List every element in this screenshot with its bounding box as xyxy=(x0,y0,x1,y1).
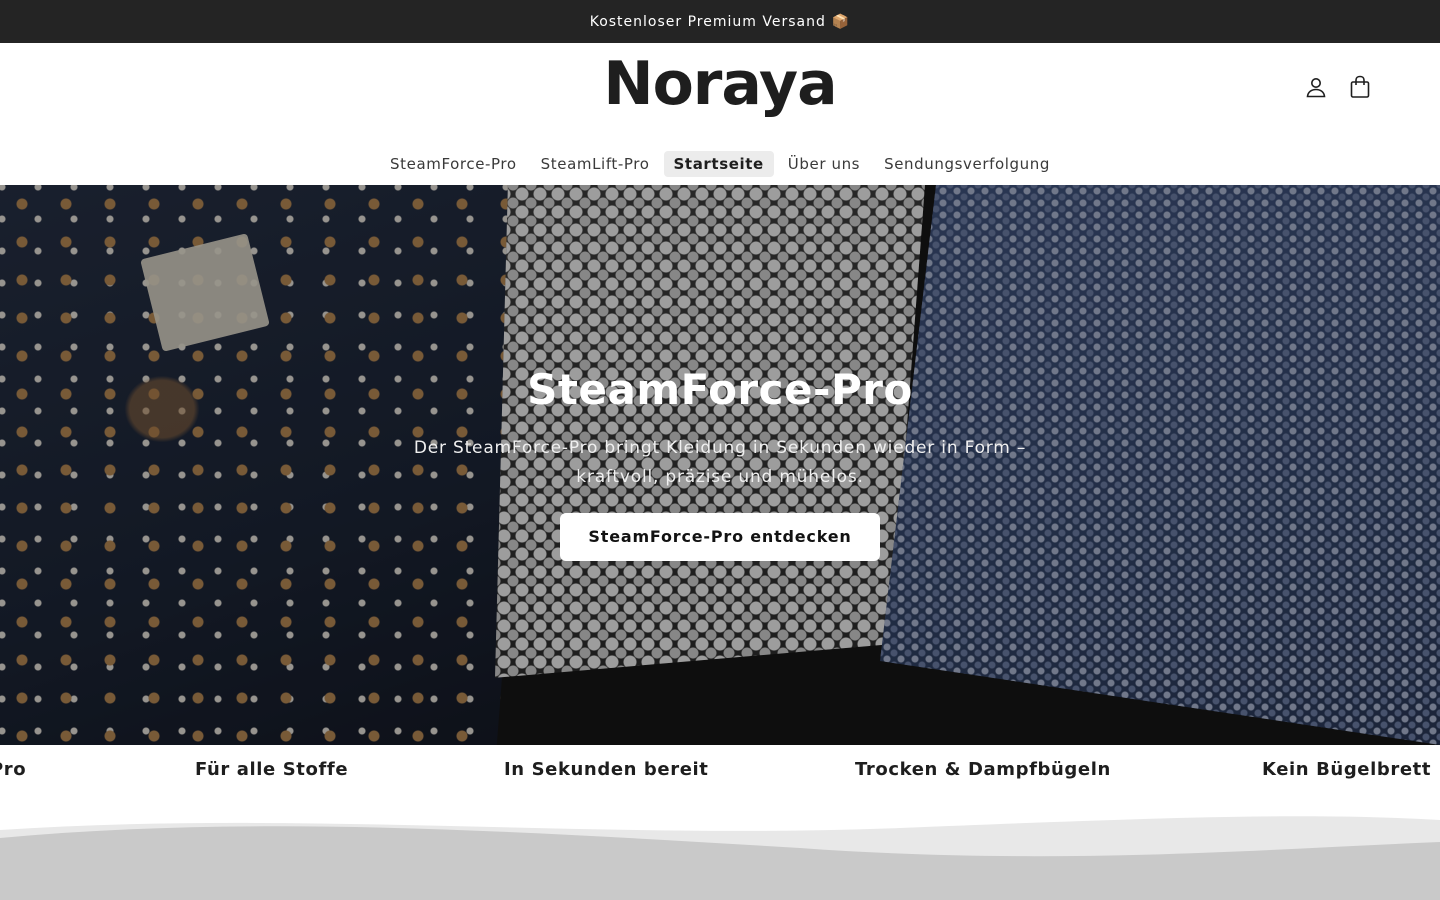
nav-item-steamlift-pro[interactable]: SteamLift-Pro xyxy=(531,151,660,177)
brand-logo[interactable]: Noraya xyxy=(0,49,1440,119)
nav-item-ueber-uns[interactable]: Über uns xyxy=(778,151,870,177)
hero-cta-button[interactable]: SteamForce-Pro entdecken xyxy=(560,513,880,561)
cart-icon[interactable] xyxy=(1348,75,1372,99)
package-icon: 📦 xyxy=(831,13,851,30)
marquee-item: Trocken & Dampfbügeln xyxy=(855,759,1111,780)
marquee-item: Für alle Stoffe xyxy=(195,759,349,780)
announcement-bar: Kostenloser Premium Versand 📦 xyxy=(0,0,1440,43)
nav-item-sendungsverfolgung[interactable]: Sendungsverfolgung xyxy=(874,151,1060,177)
hero-text: Der SteamForce-Pro bringt Kleidung in Se… xyxy=(413,438,1027,487)
hero-content: SteamForce-Pro Der SteamForce-Pro bringt… xyxy=(0,365,1440,561)
section-wave-divider xyxy=(0,816,1440,900)
marquee-item: Pro xyxy=(0,759,27,780)
marquee-item: Kein Bügelbrett xyxy=(1262,759,1432,780)
header-icons xyxy=(1304,75,1372,99)
marquee-item: In Sekunden bereit xyxy=(504,759,709,780)
hero-title: SteamForce-Pro xyxy=(527,365,913,414)
feature-marquee: Pro Für alle Stoffe In Sekunden bereit T… xyxy=(0,745,1440,795)
main-nav: SteamForce-Pro SteamLift-Pro Startseite … xyxy=(0,151,1440,177)
nav-item-startseite[interactable]: Startseite xyxy=(663,151,774,177)
account-icon[interactable] xyxy=(1304,75,1328,99)
nav-item-steamforce-pro[interactable]: SteamForce-Pro xyxy=(380,151,527,177)
announcement-text: Kostenloser Premium Versand xyxy=(589,13,826,30)
hero-banner: SteamForce-Pro Der SteamForce-Pro bringt… xyxy=(0,185,1440,745)
site-header: Noraya SteamForce-Pro SteamLift-Pro Star… xyxy=(0,43,1440,185)
